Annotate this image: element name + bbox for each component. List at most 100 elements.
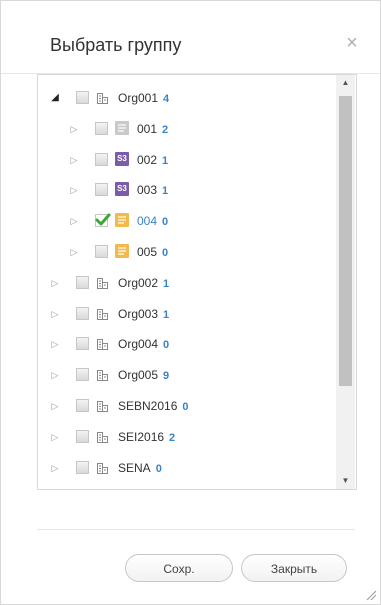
node-label[interactable]: SEBN2016 0 (118, 396, 189, 417)
tree-node-004[interactable]: ▷ 004 0 (38, 211, 336, 231)
doc-yellow-icon (115, 244, 129, 258)
node-count-badge: 1 (162, 155, 169, 167)
node-label[interactable]: Org001 4 (118, 88, 169, 109)
node-name: 003 (137, 183, 158, 197)
tree-node-org004[interactable]: ▷ Org004 0 (38, 334, 336, 354)
scroll-up-arrow-icon[interactable]: ▲ (336, 75, 355, 91)
node-name: Org004 (118, 337, 159, 351)
node-count-badge: 2 (169, 432, 176, 444)
node-checkbox[interactable] (76, 368, 89, 381)
node-label[interactable]: 002 1 (137, 150, 168, 171)
node-checkbox[interactable] (95, 183, 108, 196)
expand-arrow-icon[interactable]: ▷ (50, 400, 60, 412)
node-checkbox[interactable] (95, 122, 108, 135)
node-name: 002 (137, 153, 158, 167)
building-icon (96, 91, 110, 105)
close-button[interactable]: Закрыть (241, 554, 347, 582)
collapse-arrow-icon[interactable]: ◢ (50, 92, 60, 104)
node-count-badge: 0 (182, 401, 189, 413)
node-count-badge: 1 (163, 309, 170, 321)
node-count-badge: 0 (163, 339, 170, 351)
node-label[interactable]: Org005 9 (118, 365, 169, 386)
node-name: Org002 (118, 276, 159, 290)
node-name: 001 (137, 122, 158, 136)
node-label[interactable]: 001 2 (137, 119, 168, 140)
expand-arrow-icon[interactable]: ▷ (50, 462, 60, 474)
node-name: SEI2016 (118, 430, 165, 444)
node-label[interactable]: 003 1 (137, 180, 168, 201)
node-label[interactable]: Org002 1 (118, 273, 169, 294)
node-name: Org001 (118, 91, 159, 105)
node-checkbox[interactable] (95, 213, 111, 227)
node-checkbox[interactable] (95, 245, 108, 258)
node-label[interactable]: 004 0 (137, 211, 168, 232)
group-tree[interactable]: ◢ Org001 4 ▷ 001 2 ▷ S3 002 1 ▷ S3 003 1 ▷ 004 0 ▷ 005 0 ▷ Or… (37, 74, 357, 490)
node-label[interactable]: Org003 1 (118, 304, 169, 325)
doc-gray-icon (115, 121, 129, 135)
tree-node-001[interactable]: ▷ 001 2 (38, 119, 336, 139)
expand-arrow-icon[interactable]: ▷ (50, 308, 60, 320)
node-checkbox[interactable] (76, 337, 89, 350)
node-name: SEBN2016 (118, 399, 178, 413)
building-icon (96, 430, 110, 444)
node-label[interactable]: Org004 0 (118, 334, 169, 355)
node-checkbox[interactable] (76, 461, 89, 474)
node-count-badge: 0 (162, 216, 169, 228)
node-name: SENA (118, 461, 151, 475)
node-checkbox[interactable] (76, 399, 89, 412)
checkmark-icon (95, 213, 111, 226)
node-checkbox[interactable] (76, 276, 89, 289)
expand-arrow-icon[interactable]: ▷ (50, 338, 60, 350)
tree-node-002[interactable]: ▷ S3 002 1 (38, 150, 336, 170)
expand-arrow-icon[interactable]: ▷ (69, 215, 79, 227)
expand-arrow-icon[interactable]: ▷ (69, 154, 79, 166)
building-icon (96, 276, 110, 290)
node-count-badge: 1 (163, 278, 170, 290)
footer-divider (37, 529, 355, 530)
node-label[interactable]: SEI2016 2 (118, 427, 175, 448)
tree-node-sebn2016[interactable]: ▷ SEBN2016 0 (38, 396, 336, 416)
expand-arrow-icon[interactable]: ▷ (69, 123, 79, 135)
node-label[interactable]: 005 0 (137, 242, 168, 263)
resize-grip-icon[interactable] (365, 589, 377, 601)
close-icon[interactable]: × (342, 33, 362, 53)
expand-arrow-icon[interactable]: ▷ (50, 277, 60, 289)
dialog-title: Выбрать группу (50, 35, 182, 55)
scroll-thumb[interactable] (339, 96, 352, 386)
node-name: Org003 (118, 307, 159, 321)
building-icon (96, 337, 110, 351)
node-checkbox[interactable] (76, 91, 89, 104)
scroll-down-arrow-icon[interactable]: ▼ (336, 473, 355, 489)
tree-node-sena[interactable]: ▷ SENA 0 (38, 458, 336, 478)
tree-node-sei2016[interactable]: ▷ SEI2016 2 (38, 427, 336, 447)
node-label[interactable]: SENA 0 (118, 458, 162, 479)
node-name: 004 (137, 214, 158, 228)
tree-node-org001[interactable]: ◢ Org001 4 (38, 88, 336, 108)
node-count-badge: 9 (163, 370, 170, 382)
building-icon (96, 368, 110, 382)
node-count-badge: 1 (162, 185, 169, 197)
tree-node-005[interactable]: ▷ 005 0 (38, 242, 336, 262)
save-button[interactable]: Сохр. (125, 554, 233, 582)
node-name: 005 (137, 245, 158, 259)
tree-node-003[interactable]: ▷ S3 003 1 (38, 180, 336, 200)
s3-icon: S3 (115, 182, 129, 196)
tree-node-org005[interactable]: ▷ Org005 9 (38, 365, 336, 385)
building-icon (96, 399, 110, 413)
expand-arrow-icon[interactable]: ▷ (69, 184, 79, 196)
expand-arrow-icon[interactable]: ▷ (69, 246, 79, 258)
node-count-badge: 4 (163, 93, 170, 105)
node-name: Org005 (118, 368, 159, 382)
expand-arrow-icon[interactable]: ▷ (50, 369, 60, 381)
node-checkbox[interactable] (76, 307, 89, 320)
node-count-badge: 2 (162, 124, 169, 136)
building-icon (96, 307, 110, 321)
node-checkbox[interactable] (76, 430, 89, 443)
node-checkbox[interactable] (95, 153, 108, 166)
vertical-scrollbar[interactable]: ▲ ▼ (336, 75, 355, 489)
node-count-badge: 0 (162, 247, 169, 259)
s3-icon: S3 (115, 152, 129, 166)
tree-node-org003[interactable]: ▷ Org003 1 (38, 304, 336, 324)
expand-arrow-icon[interactable]: ▷ (50, 431, 60, 443)
tree-node-org002[interactable]: ▷ Org002 1 (38, 273, 336, 293)
